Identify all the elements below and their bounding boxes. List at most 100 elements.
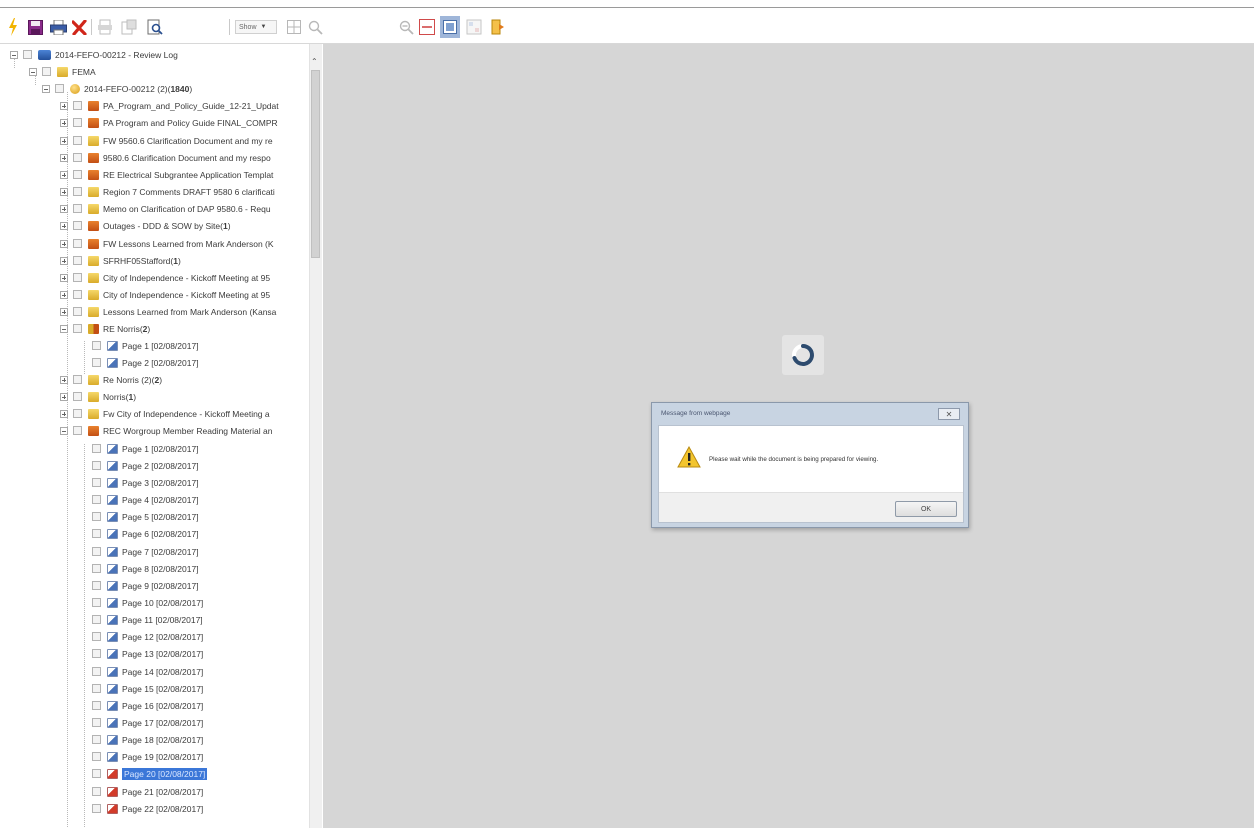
tree-checkbox[interactable] (23, 50, 32, 59)
expand-icon[interactable] (60, 221, 68, 230)
tree-checkbox[interactable] (73, 101, 82, 110)
expand-icon[interactable] (60, 170, 68, 179)
tree-page[interactable]: Page 18 [02/08/2017] (92, 731, 203, 748)
tree-checkbox[interactable] (73, 136, 82, 145)
tree-document[interactable]: PA_Program_and_Policy_Guide_12-21_Updat (60, 97, 279, 114)
tree-checkbox[interactable] (92, 701, 101, 710)
fit-width-icon[interactable] (418, 16, 436, 38)
tree-checkbox[interactable] (92, 804, 101, 813)
collapse-icon[interactable] (29, 67, 37, 76)
tree-page[interactable]: Page 4 [02/08/2017] (92, 491, 199, 508)
collapse-icon[interactable] (10, 50, 18, 59)
tree-document[interactable]: Lessons Learned from Mark Anderson (Kans… (60, 303, 276, 320)
tree-folder-fema[interactable]: FEMA (29, 63, 96, 80)
tree-document[interactable]: 9580.6 Clarification Document and my res… (60, 149, 271, 166)
tree-checkbox[interactable] (92, 718, 101, 727)
expand-icon[interactable] (60, 187, 68, 196)
tree-page[interactable]: Page 10 [02/08/2017] (92, 594, 203, 611)
tree-checkbox[interactable] (92, 564, 101, 573)
tree-page[interactable]: Page 17 [02/08/2017] (92, 714, 203, 731)
tree-checkbox[interactable] (73, 256, 82, 265)
tree-checkbox[interactable] (73, 392, 82, 401)
print-preview-icon[interactable] (96, 16, 114, 38)
tree-checkbox[interactable] (73, 187, 82, 196)
tree-checkbox[interactable] (92, 581, 101, 590)
tree-page[interactable]: Page 16 [02/08/2017] (92, 697, 203, 714)
expand-icon[interactable] (60, 375, 68, 384)
tree-document[interactable]: Fw City of Independence - Kickoff Meetin… (60, 405, 270, 422)
tree-checkbox[interactable] (73, 273, 82, 282)
scroll-up-icon[interactable]: ⌃ (311, 57, 318, 66)
tree-page[interactable]: Page 8 [02/08/2017] (92, 560, 199, 577)
collapse-icon[interactable] (60, 324, 68, 333)
tree-checkbox[interactable] (92, 615, 101, 624)
tree-checkbox[interactable] (73, 375, 82, 384)
tree-document[interactable]: City of Independence - Kickoff Meeting a… (60, 269, 270, 286)
tree-checkbox[interactable] (73, 290, 82, 299)
tree-checkbox[interactable] (42, 67, 51, 76)
tree-checkbox[interactable] (92, 547, 101, 556)
search-document-icon[interactable] (146, 16, 164, 38)
tree-document[interactable]: Re Norris (2)(2) (60, 371, 162, 388)
fit-page-icon[interactable] (440, 16, 460, 38)
expand-icon[interactable] (60, 118, 68, 127)
expand-icon[interactable] (60, 307, 68, 316)
tree-checkbox[interactable] (92, 341, 101, 350)
expand-icon[interactable] (60, 273, 68, 282)
tree-checkbox[interactable] (73, 239, 82, 248)
ok-button[interactable]: OK (895, 501, 957, 517)
expand-icon[interactable] (60, 290, 68, 299)
tree-document-expanded[interactable]: RE Norris(2) (60, 320, 150, 337)
tree-document[interactable]: RE Electrical Subgrantee Application Tem… (60, 166, 273, 183)
tree-root[interactable]: 2014-FEFO-00212 - Review Log (10, 46, 178, 63)
tree-checkbox[interactable] (73, 409, 82, 418)
tree-checkbox[interactable] (92, 752, 101, 761)
tree-checkbox[interactable] (92, 444, 101, 453)
tree-checkbox[interactable] (73, 153, 82, 162)
show-dropdown[interactable]: Show ▼ (235, 20, 277, 34)
tree-document[interactable]: FW 9560.6 Clarification Document and my … (60, 132, 273, 149)
tree-page[interactable]: Page 11 [02/08/2017] (92, 611, 203, 628)
tree-checkbox[interactable] (73, 307, 82, 316)
expand-icon[interactable] (60, 101, 68, 110)
tree-page[interactable]: Page 1 [02/08/2017] (92, 337, 199, 354)
tree-checkbox[interactable] (92, 684, 101, 693)
tree-page[interactable]: Page 14 [02/08/2017] (92, 663, 203, 680)
tree-case[interactable]: 2014-FEFO-00212 (2)(1840) (42, 80, 192, 97)
tree-document[interactable]: SFRHF05Stafford(1) (60, 252, 181, 269)
tree-checkbox[interactable] (92, 667, 101, 676)
tree-checkbox[interactable] (92, 529, 101, 538)
tree-document[interactable]: Outages - DDD & SOW by Site(1) (60, 217, 231, 234)
tree-checkbox[interactable] (92, 735, 101, 744)
thumbnails-icon[interactable] (465, 16, 483, 38)
zoom-out-icon[interactable] (397, 16, 415, 38)
exit-icon[interactable] (490, 16, 506, 38)
expand-icon[interactable] (60, 256, 68, 265)
print-icon[interactable] (49, 16, 67, 38)
close-icon[interactable]: ✕ (938, 408, 960, 420)
tree-document[interactable]: Region 7 Comments DRAFT 9580 6 clarifica… (60, 183, 275, 200)
tree-page[interactable]: Page 7 [02/08/2017] (92, 543, 199, 560)
lightning-icon[interactable] (6, 16, 20, 38)
tree-checkbox[interactable] (73, 221, 82, 230)
save-icon[interactable] (27, 16, 43, 38)
tree-checkbox[interactable] (92, 769, 101, 778)
tree-page[interactable]: Page 13 [02/08/2017] (92, 645, 203, 662)
tree-page-selected[interactable]: Page 20 [02/08/2017] (92, 765, 208, 782)
tree-checkbox[interactable] (92, 461, 101, 470)
tree-document[interactable]: Memo on Clarification of DAP 9580.6 - Re… (60, 200, 271, 217)
tree-checkbox[interactable] (73, 118, 82, 127)
tree-page[interactable]: Page 1 [02/08/2017] (92, 440, 199, 457)
tree-checkbox[interactable] (92, 358, 101, 367)
tree-checkbox[interactable] (92, 512, 101, 521)
collapse-icon[interactable] (60, 426, 68, 435)
tree-checkbox[interactable] (73, 204, 82, 213)
tree-page[interactable]: Page 21 [02/08/2017] (92, 783, 203, 800)
collapse-icon[interactable] (42, 84, 50, 93)
tree-checkbox[interactable] (92, 632, 101, 641)
tree-page[interactable]: Page 22 [02/08/2017] (92, 800, 203, 817)
expand-icon[interactable] (60, 409, 68, 418)
tree-checkbox[interactable] (92, 495, 101, 504)
scroll-thumb[interactable] (311, 70, 320, 258)
tree-page[interactable]: Page 19 [02/08/2017] (92, 748, 203, 765)
